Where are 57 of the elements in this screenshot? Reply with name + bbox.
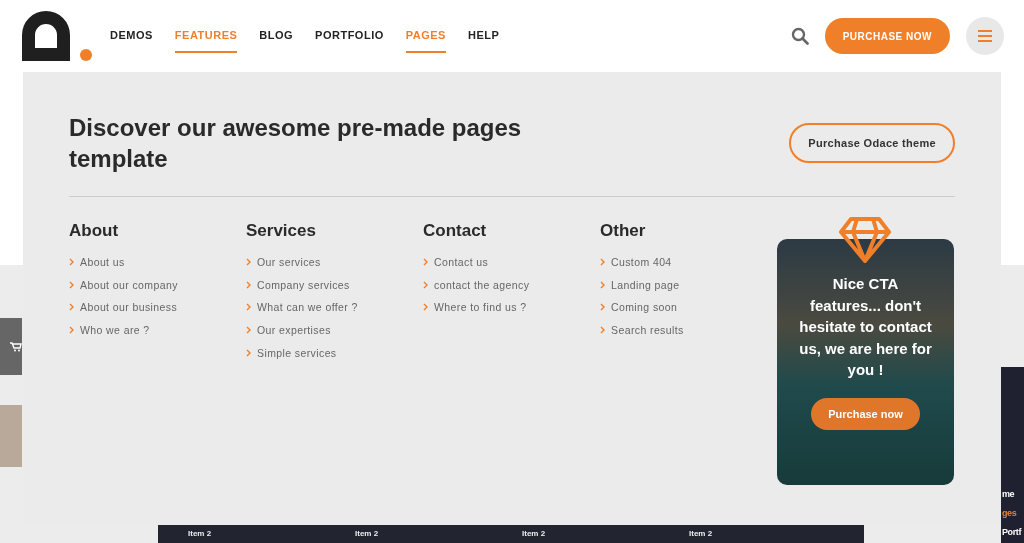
chevron-icon (246, 303, 251, 312)
menu-link[interactable]: Simple services (246, 345, 423, 360)
column-heading: Services (246, 221, 317, 241)
purchase-theme-button[interactable]: Purchase Odace theme (789, 123, 955, 163)
chevron-icon (246, 326, 251, 335)
preview-text: ges (1002, 509, 1017, 518)
chevron-icon (423, 258, 428, 267)
menu-link[interactable]: contact the agency (423, 277, 600, 293)
chevron-icon (423, 280, 428, 289)
menu-link[interactable]: Contact us (423, 255, 600, 270)
chevron-icon (69, 303, 74, 312)
logo-icon[interactable] (20, 9, 94, 63)
preview-text: Portf (1002, 528, 1021, 537)
menu-link[interactable]: About our business (69, 300, 246, 315)
nav-link[interactable]: FEATURES (174, 19, 238, 53)
menu-link[interactable]: Coming soon (600, 300, 777, 315)
menu-link[interactable]: Landing page (600, 277, 777, 293)
menu-link[interactable]: What can we offer ? (246, 300, 423, 315)
purchase-button[interactable]: PURCHASE NOW (824, 18, 950, 54)
chevron-icon (246, 280, 251, 289)
photo-placeholder (0, 405, 22, 467)
menu-link[interactable]: Our services (246, 255, 423, 270)
menu-button[interactable] (966, 17, 1004, 55)
column-heading: Other (600, 221, 647, 241)
menu-link[interactable]: About our company (69, 277, 246, 293)
menu-link[interactable]: Company services (246, 277, 423, 293)
chevron-icon (69, 326, 74, 335)
chevron-icon (69, 280, 74, 289)
diamond-icon (839, 217, 891, 263)
chevron-icon (600, 280, 605, 289)
cart-icon (10, 341, 22, 352)
nav-link[interactable]: PORTFOLIO (315, 19, 384, 53)
menu-link[interactable]: Search results (600, 322, 777, 338)
menu-icon (977, 30, 993, 42)
chevron-icon (600, 326, 605, 335)
search-icon[interactable] (790, 27, 809, 45)
column-heading: Contact (423, 221, 488, 241)
promo-text: Nice CTA features... don't hesitate to contact us, we are here for you ! (798, 274, 933, 380)
nav-link[interactable]: DEMOS (110, 19, 153, 53)
chevron-icon (69, 258, 74, 267)
column-heading: About (69, 221, 120, 241)
panel-title: Discover our awesome pre-made pages template (69, 113, 523, 174)
menu-link[interactable]: Custom 404 (600, 255, 777, 270)
nav-link[interactable]: HELP (467, 19, 500, 53)
menu-link[interactable]: Who we are ? (69, 322, 246, 338)
menu-link[interactable]: Our expertises (246, 322, 423, 338)
chevron-icon (423, 303, 428, 312)
nav-link[interactable]: PAGES (405, 19, 446, 53)
nav-link[interactable]: BLOG (259, 19, 294, 53)
menu-link[interactable]: Where to find us ? (423, 300, 600, 315)
menu-link[interactable]: About us (69, 255, 246, 270)
chevron-icon (600, 258, 605, 267)
preview-text: me (1002, 490, 1015, 499)
chevron-icon (246, 258, 251, 267)
purchase-now-button[interactable]: Purchase now (811, 397, 920, 430)
chevron-icon (246, 348, 251, 357)
chevron-icon (600, 303, 605, 312)
